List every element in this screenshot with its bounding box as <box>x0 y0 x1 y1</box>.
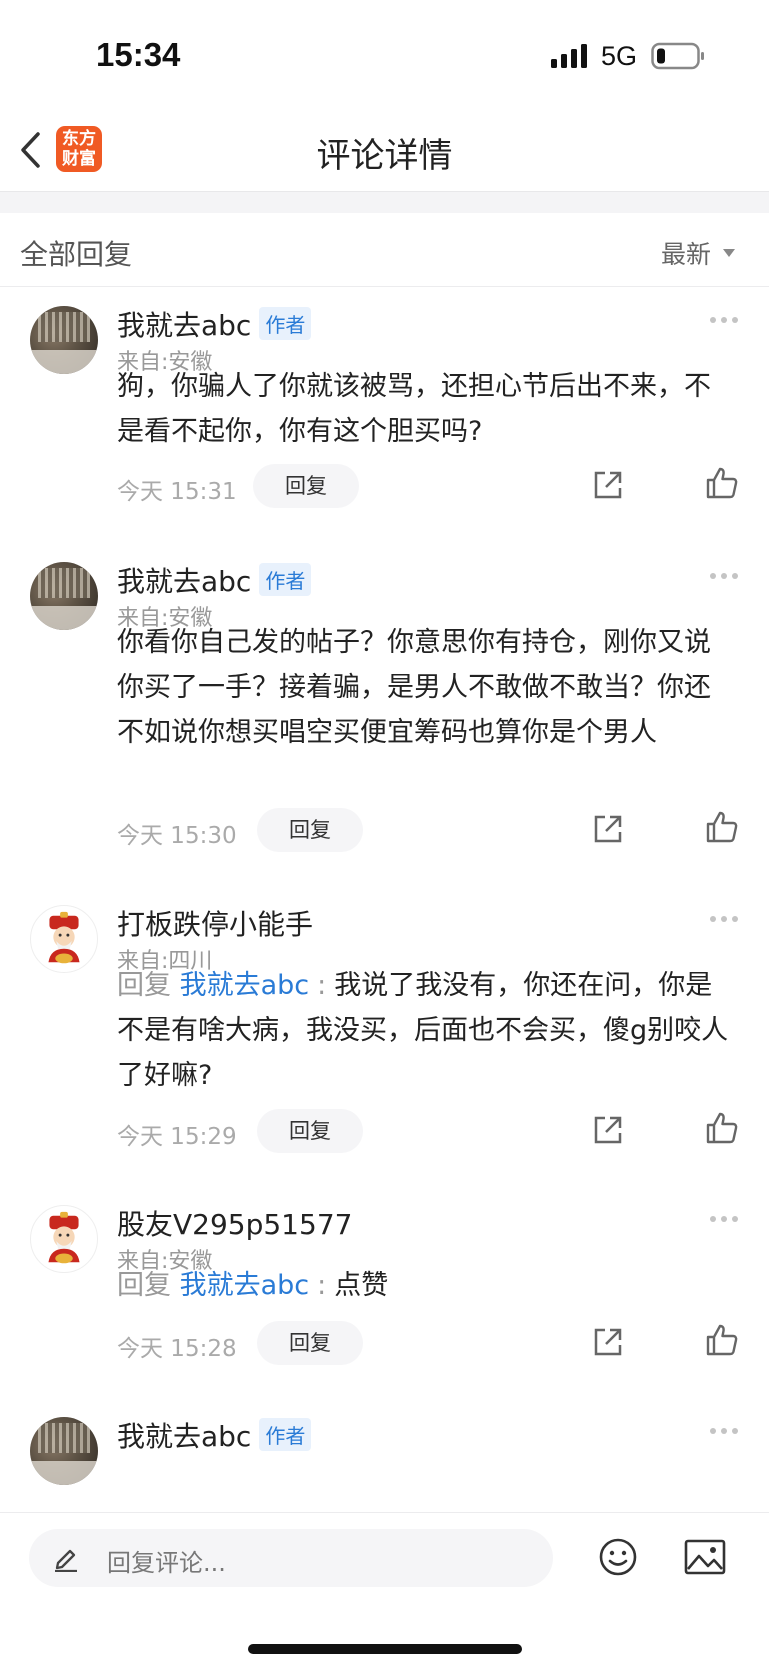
mascot-avatar[interactable] <box>30 905 98 973</box>
sort-label: 最新 <box>660 240 711 269</box>
chevron-down-icon <box>723 249 735 257</box>
sort-dropdown[interactable]: 最新 <box>661 235 735 271</box>
reply-prefix: 回复 <box>117 1270 171 1301</box>
comment-text: 回复 我就去abc: 我说了我没有，你还在问，你是不是有啥大病，我没买，后面也不会… <box>117 963 737 1098</box>
more-icon[interactable] <box>709 1427 739 1435</box>
reply-input-placeholder: 回复评论... <box>107 1549 226 1577</box>
like-icon[interactable] <box>705 810 739 844</box>
comment-username[interactable]: 股友V295p51577 <box>117 1203 352 1243</box>
username-text: 我就去abc <box>117 309 252 342</box>
comment-time: 今天 15:29 <box>117 1124 237 1150</box>
avatar[interactable] <box>30 562 98 630</box>
reply-button[interactable]: 回复 <box>257 1109 363 1153</box>
comment-item: 股友V295p51577 来自:安徽 回复 我就去abc: 点赞 今天 15:28… <box>0 1187 769 1399</box>
comment-item: 打板跌停小能手 来自:四川 回复 我就去abc: 我说了我没有，你还在问，你是不是… <box>0 887 769 1187</box>
comment-username[interactable]: 我就去abc 作者 <box>117 560 312 600</box>
comment-item: 我就去abc 作者 来自:安徽 狗，你骗人了你就该被骂，还担心节后出不来，不是看不… <box>0 288 769 544</box>
bottom-input-bar: 回复评论... <box>0 1512 769 1665</box>
comment-time: 今天 15:28 <box>117 1336 237 1362</box>
battery-icon <box>651 42 704 70</box>
reply-separator: : <box>317 1270 327 1301</box>
more-icon[interactable] <box>709 572 739 580</box>
home-indicator <box>248 1644 522 1654</box>
username-text: 我就去abc <box>117 1420 252 1453</box>
like-icon[interactable] <box>705 1323 739 1357</box>
reply-comment-input[interactable]: 回复评论... <box>29 1529 553 1587</box>
author-badge: 作者 <box>259 563 312 596</box>
reply-target-link[interactable]: 我就去abc <box>180 1270 310 1301</box>
comment-username[interactable]: 打板跌停小能手 <box>117 903 313 943</box>
share-icon[interactable] <box>591 468 625 502</box>
all-replies-title: 全部回复 <box>20 238 133 271</box>
author-badge: 作者 <box>259 1418 312 1451</box>
username-text: 我就去abc <box>117 565 252 598</box>
comment-time: 今天 15:30 <box>117 823 237 849</box>
pencil-icon <box>55 1549 77 1572</box>
comment-time: 今天 15:31 <box>117 479 237 505</box>
avatar[interactable] <box>30 306 98 374</box>
image-icon[interactable] <box>684 1539 726 1575</box>
like-icon[interactable] <box>705 466 739 500</box>
reply-button[interactable]: 回复 <box>253 464 359 508</box>
signal-icon <box>551 44 587 68</box>
more-icon[interactable] <box>709 915 739 923</box>
author-badge: 作者 <box>259 307 312 340</box>
like-icon[interactable] <box>705 1111 739 1145</box>
comment-text: 回复 我就去abc: 点赞 <box>117 1263 737 1308</box>
comment-text: 狗，你骗人了你就该被骂，还担心节后出不来，不是看不起你，你有这个胆买吗? <box>117 371 711 447</box>
reply-button[interactable]: 回复 <box>257 1321 363 1365</box>
reply-body: 点赞 <box>334 1270 389 1301</box>
network-label: 5G <box>601 41 638 71</box>
reply-prefix: 回复 <box>117 970 171 1001</box>
avatar[interactable] <box>30 1417 98 1485</box>
comment-username[interactable]: 我就去abc 作者 <box>117 1415 312 1455</box>
more-icon[interactable] <box>709 1215 739 1223</box>
nav-bar: 东方 财富 评论详情 <box>0 110 769 192</box>
emoji-icon[interactable] <box>598 1537 638 1577</box>
comment-text: 你看你自己发的帖子？你意思你有持仓，刚你又说你买了一手？接着骗，是男人不敢做不敢… <box>117 627 711 748</box>
reply-target-link[interactable]: 我就去abc <box>180 970 310 1001</box>
reply-button[interactable]: 回复 <box>257 808 363 852</box>
comment-username[interactable]: 我就去abc 作者 <box>117 304 312 344</box>
share-icon[interactable] <box>591 1325 625 1359</box>
share-icon[interactable] <box>591 1113 625 1147</box>
nav-divider <box>0 191 769 213</box>
share-icon[interactable] <box>591 812 625 846</box>
mascot-avatar[interactable] <box>30 1205 98 1273</box>
comment-item: 我就去abc 作者 来自:安徽 你看你自己发的帖子？你意思你有持仓，刚你又说你买了… <box>0 544 769 887</box>
page-title: 评论详情 <box>316 136 453 176</box>
more-icon[interactable] <box>709 316 739 324</box>
comment-item: 我就去abc 作者 <box>0 1399 769 1512</box>
status-bar: 15:34 5G <box>0 0 769 110</box>
section-header: 全部回复 最新 <box>0 213 769 287</box>
status-time: 15:34 <box>96 36 181 73</box>
reply-separator: : <box>317 970 327 1001</box>
